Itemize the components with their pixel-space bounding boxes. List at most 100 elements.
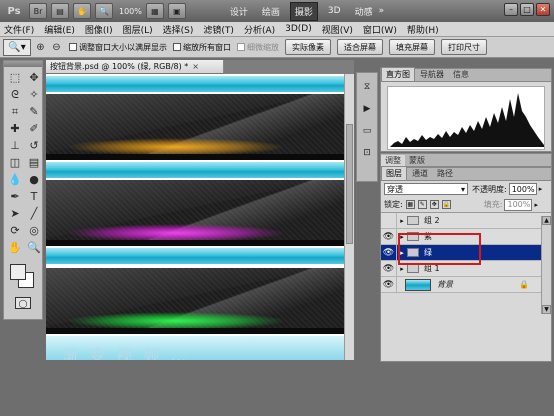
menu-view[interactable]: 视图(V): [322, 23, 353, 36]
eyedropper-tool-icon[interactable]: ✎: [25, 104, 43, 119]
expand-arrow-icon[interactable]: ▸: [397, 233, 407, 241]
hand-tool-button[interactable]: ✋: [73, 3, 91, 19]
crop-tool-icon[interactable]: ⌗: [6, 104, 24, 119]
expand-arrow-icon[interactable]: ▸: [397, 217, 407, 225]
lock-position-icon[interactable]: ✥: [429, 200, 439, 209]
lasso-tool-icon[interactable]: ᘓ: [6, 87, 24, 102]
eye-icon[interactable]: 👁: [381, 244, 397, 261]
quick-mask-icon[interactable]: ◯: [15, 297, 31, 309]
zoom-all-windows-checkbox[interactable]: 缩放所有窗口: [173, 42, 231, 53]
scrubby-zoom-checkbox[interactable]: 细微缩放: [237, 42, 279, 53]
actual-pixels-button[interactable]: 实际像素: [285, 39, 331, 55]
eye-icon[interactable]: 👁: [381, 260, 397, 277]
gradient-tool-icon[interactable]: ▤: [25, 155, 43, 170]
lock-transparency-icon[interactable]: ▦: [405, 200, 415, 209]
workspace-photography[interactable]: 摄影: [289, 1, 318, 21]
3d-rotate-tool-icon[interactable]: ⟳: [6, 223, 24, 238]
fill-arrow-icon[interactable]: ▸: [534, 201, 538, 209]
blur-tool-icon[interactable]: 💧: [6, 172, 24, 187]
document-close-icon[interactable]: ×: [192, 62, 199, 71]
layers-scrollbar[interactable]: ▲ ▼: [541, 216, 551, 314]
tab-navigator[interactable]: 导航器: [416, 68, 448, 81]
maximize-icon[interactable]: □: [520, 3, 534, 16]
fit-screen-button[interactable]: 适合屏幕: [337, 39, 383, 55]
zoom-tool-button[interactable]: 🔍: [95, 3, 113, 19]
magic-wand-tool-icon[interactable]: ✧: [25, 87, 43, 102]
lock-all-icon[interactable]: 🔒: [441, 200, 451, 209]
menu-image[interactable]: 图像(I): [85, 23, 113, 36]
layer-row[interactable]: ▸ 组 2: [381, 212, 551, 229]
expand-arrow-icon[interactable]: ▸: [397, 249, 407, 257]
eye-icon[interactable]: 👁: [381, 228, 397, 245]
mini-bridge-button[interactable]: ▤: [51, 3, 69, 19]
menu-analysis[interactable]: 分析(A): [244, 23, 275, 36]
document-vertical-scrollbar[interactable]: [344, 74, 354, 360]
close-icon[interactable]: ✕: [536, 3, 550, 16]
zoom-out-icon[interactable]: ⊖: [50, 41, 63, 54]
zoom-level-select[interactable]: 100%: [119, 7, 142, 16]
workspace-painting[interactable]: 绘画: [258, 3, 284, 20]
resize-windows-checkbox[interactable]: 调整窗口大小以满屏显示: [69, 42, 167, 53]
history-brush-tool-icon[interactable]: ↺: [25, 138, 43, 153]
actions-panel-icon[interactable]: ▶: [359, 101, 375, 117]
hand-tool-icon[interactable]: ✋: [6, 240, 24, 255]
dodge-tool-icon[interactable]: ●: [25, 172, 43, 187]
path-selection-tool-icon[interactable]: ➤: [6, 206, 24, 221]
document-tab[interactable]: 按钮背景.psd @ 100% (绿, RGB/8) * ×: [46, 60, 224, 74]
eraser-tool-icon[interactable]: ◫: [6, 155, 24, 170]
brush-panel-icon[interactable]: ▭: [359, 123, 375, 139]
zoom-in-icon[interactable]: ⊕: [34, 41, 47, 54]
expand-arrow-icon[interactable]: ▸: [397, 265, 407, 273]
workspace-3d[interactable]: 3D: [324, 4, 345, 18]
tab-histogram[interactable]: 直方图: [381, 67, 415, 81]
tab-paths[interactable]: 路径: [433, 167, 457, 180]
fill-screen-button[interactable]: 填充屏幕: [389, 39, 435, 55]
menu-help[interactable]: 帮助(H): [407, 23, 439, 36]
document-scroll-thumb[interactable]: [346, 124, 353, 244]
layer-row-background[interactable]: 👁 背景 🔒: [381, 276, 551, 293]
opacity-input[interactable]: 100%: [508, 183, 537, 195]
workspace-design[interactable]: 设计: [226, 3, 252, 20]
move-tool-icon[interactable]: ✥: [25, 70, 43, 85]
tool-preset-picker[interactable]: 🔍▾: [3, 38, 31, 56]
visibility-toggle[interactable]: [381, 212, 397, 229]
menu-file[interactable]: 文件(F): [4, 23, 34, 36]
healing-brush-tool-icon[interactable]: ✚: [6, 121, 24, 136]
marquee-tool-icon[interactable]: ⬚: [6, 70, 24, 85]
pen-tool-icon[interactable]: ✒: [6, 189, 24, 204]
screen-mode-button[interactable]: ▣: [167, 3, 186, 19]
arrange-documents-button[interactable]: ▦: [145, 3, 164, 19]
menu-3d[interactable]: 3D(D): [285, 24, 312, 34]
type-tool-icon[interactable]: T: [25, 189, 43, 204]
scroll-up-icon[interactable]: ▲: [542, 216, 551, 225]
zoom-tool-icon[interactable]: 🔍: [25, 240, 43, 255]
clone-stamp-tool-icon[interactable]: ⊥: [6, 138, 24, 153]
lock-pixels-icon[interactable]: ✎: [417, 200, 427, 209]
menu-select[interactable]: 选择(S): [163, 23, 194, 36]
layer-row[interactable]: 👁 ▸ 组 1: [381, 260, 551, 277]
menu-edit[interactable]: 编辑(E): [44, 23, 75, 36]
tab-channels[interactable]: 通道: [408, 167, 432, 180]
history-panel-icon[interactable]: ⧖: [359, 79, 375, 95]
eye-icon[interactable]: 👁: [381, 276, 397, 293]
layer-row-selected[interactable]: 👁 ▸ 绿: [381, 244, 551, 261]
layer-row[interactable]: 👁 ▸ 紫: [381, 228, 551, 245]
scroll-down-icon[interactable]: ▼: [542, 305, 551, 314]
workspace-motion[interactable]: 动感: [351, 3, 377, 20]
menu-filter[interactable]: 滤镜(T): [203, 23, 234, 36]
clone-source-panel-icon[interactable]: ⊡: [359, 145, 375, 161]
brush-tool-icon[interactable]: ✐: [25, 121, 43, 136]
tab-masks[interactable]: 蒙版: [405, 155, 429, 166]
tab-info[interactable]: 信息: [449, 68, 473, 81]
foreground-color-swatch[interactable]: [10, 264, 26, 280]
tab-layers[interactable]: 图层: [381, 166, 407, 180]
workspace-more-chevron[interactable]: »: [379, 6, 385, 16]
print-size-button[interactable]: 打印尺寸: [441, 39, 487, 55]
line-tool-icon[interactable]: ╱: [25, 206, 43, 221]
opacity-arrow-icon[interactable]: ▸: [539, 185, 543, 193]
fill-input[interactable]: 100%: [504, 198, 533, 211]
bridge-button[interactable]: Br: [29, 3, 47, 19]
tab-adjustments[interactable]: 调整: [381, 154, 405, 166]
3d-orbit-tool-icon[interactable]: ◎: [25, 223, 43, 238]
minimize-icon[interactable]: –: [504, 3, 518, 16]
